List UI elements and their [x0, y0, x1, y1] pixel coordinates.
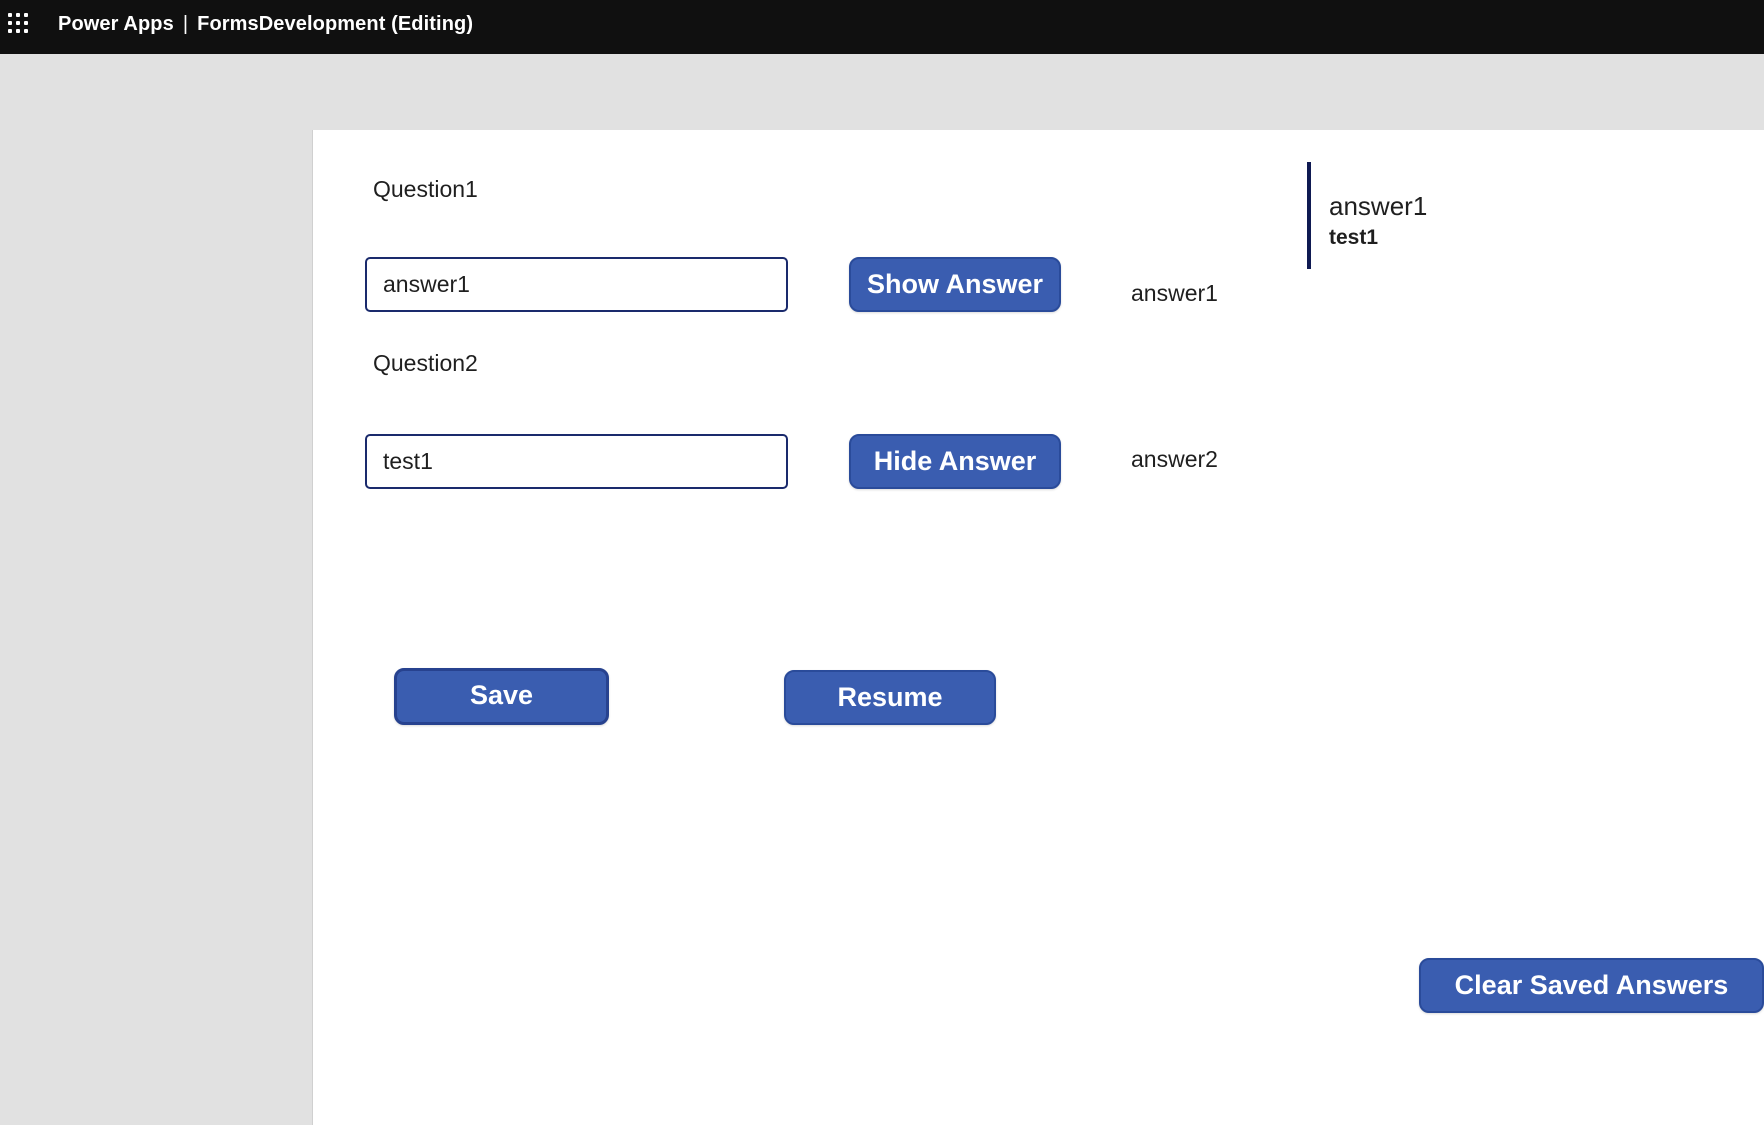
title-separator: |: [182, 13, 189, 35]
saved-answer-1: answer1: [1329, 191, 1428, 221]
saved-answers-panel: answer1 test1: [1307, 162, 1427, 269]
question2-label: Question2: [373, 350, 478, 376]
question1-input[interactable]: [365, 257, 788, 312]
question2-input[interactable]: [365, 434, 788, 489]
document-title: FormsDevelopment (Editing): [197, 13, 474, 35]
app-header-bar: Power Apps | FormsDevelopment (Editing): [0, 0, 1764, 54]
resume-button[interactable]: Resume: [784, 670, 996, 725]
hide-answer-button[interactable]: Hide Answer: [849, 434, 1061, 489]
app-name: Power Apps: [58, 13, 174, 35]
save-button[interactable]: Save: [394, 668, 609, 725]
question1-label: Question1: [373, 176, 478, 202]
waffle-grid-icon[interactable]: [8, 13, 28, 33]
question2-answer-text: answer2: [1131, 446, 1218, 472]
saved-answer-2: test1: [1329, 226, 1379, 249]
clear-saved-answers-button[interactable]: Clear Saved Answers: [1419, 958, 1764, 1013]
app-canvas: Question1 Show Answer answer1 Question2 …: [313, 130, 1764, 1125]
question1-answer-text: answer1: [1131, 280, 1218, 306]
app-title: Power Apps | FormsDevelopment (Editing): [58, 13, 473, 36]
show-answer-button[interactable]: Show Answer: [849, 257, 1061, 312]
